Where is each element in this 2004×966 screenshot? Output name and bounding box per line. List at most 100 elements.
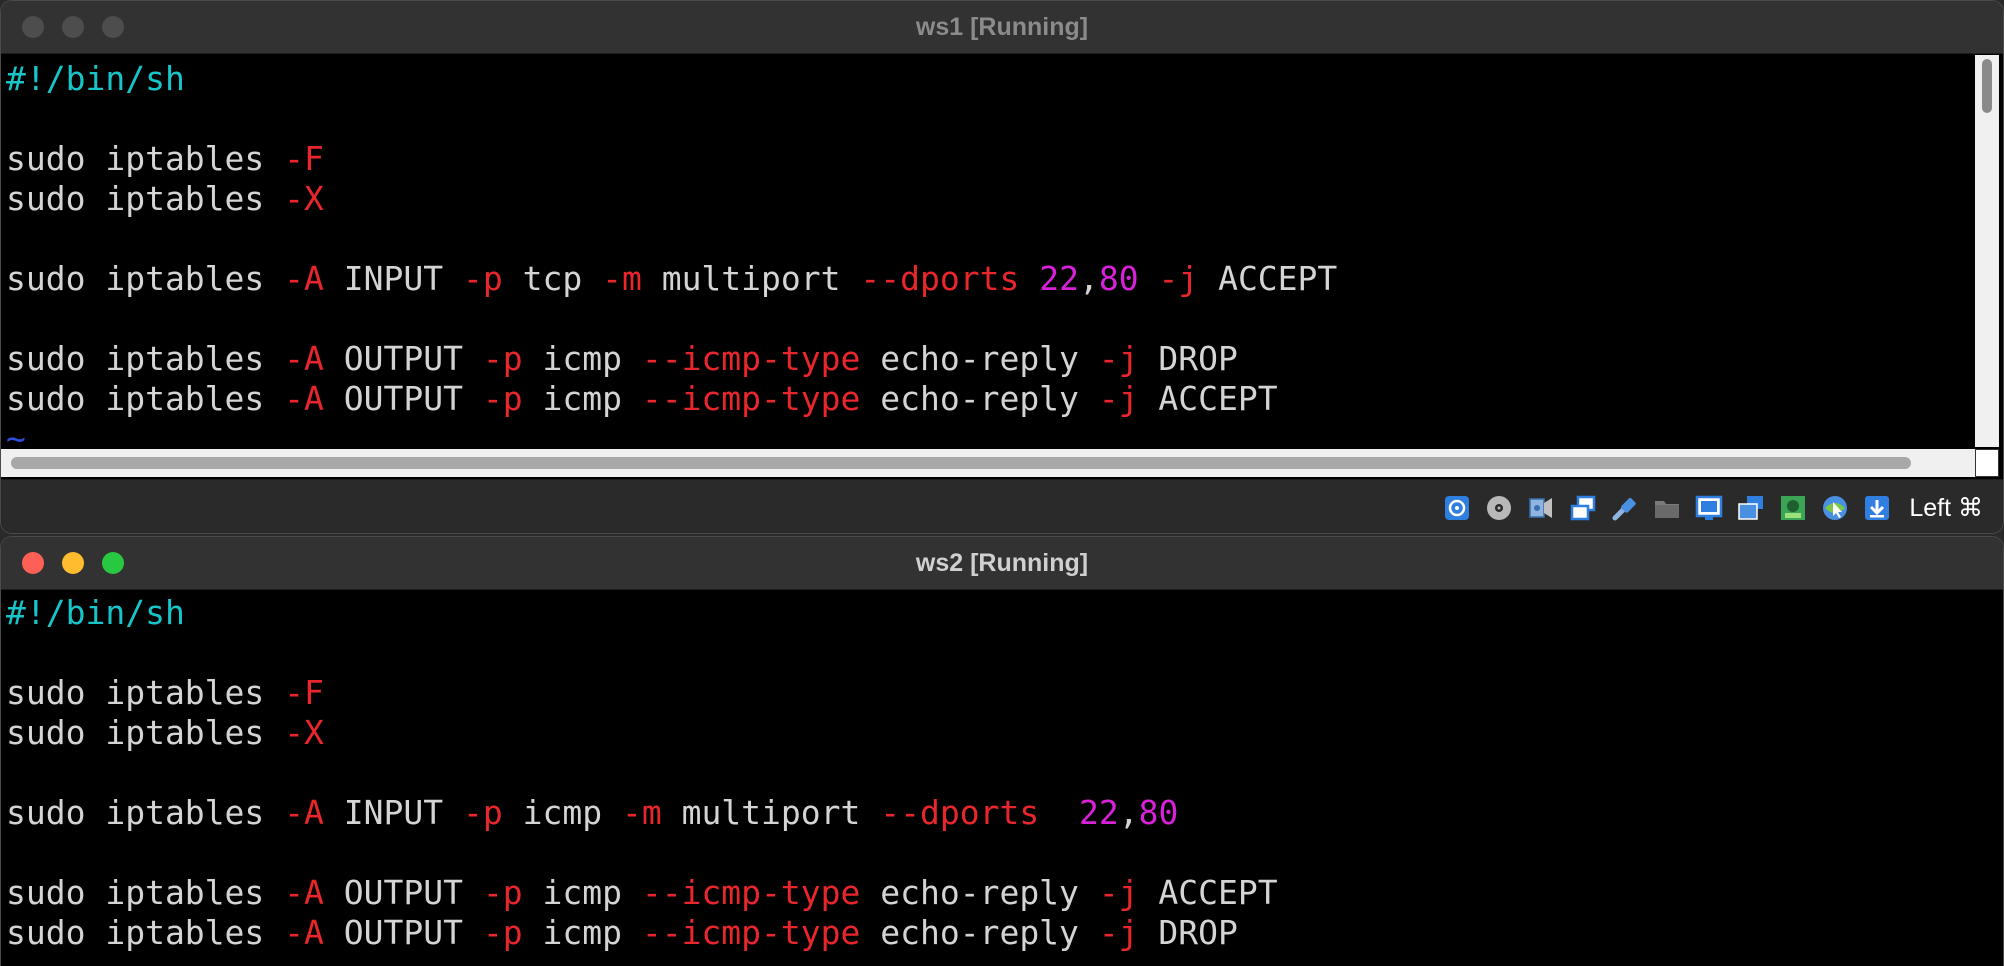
terminal-token: --dports	[860, 259, 1020, 298]
terminal-line: sudo iptables -A OUTPUT -p icmp --icmp-t…	[6, 913, 1996, 953]
terminal-token: OUTPUT	[323, 379, 483, 418]
terminal-token: INPUT	[323, 259, 463, 298]
terminal-token: ~	[6, 953, 26, 966]
window-title: ws2 [Running]	[915, 549, 1089, 577]
terminal-token: -j	[1098, 339, 1139, 378]
terminal-token: -j	[1098, 379, 1139, 418]
terminal-line: sudo iptables -A OUTPUT -p icmp --icmp-t…	[6, 339, 1974, 379]
terminal-line: sudo iptables -X	[6, 713, 1996, 753]
terminal-token: ACCEPT	[1198, 259, 1338, 298]
terminal-line: sudo iptables -X	[6, 179, 1974, 219]
terminal-line: sudo iptables -F	[6, 139, 1974, 179]
terminal-token: sudo iptables	[6, 713, 285, 752]
terminal-token: sudo iptables	[6, 379, 285, 418]
terminal-token: -p	[462, 793, 503, 832]
terminal-token: 22	[1039, 259, 1079, 298]
terminal-token: echo-reply	[860, 379, 1099, 418]
terminal-token: 80	[1138, 793, 1179, 832]
terminal-content[interactable]: #!/bin/sh sudo iptables -F sudo iptables -…	[6, 59, 1974, 447]
terminal-token: sudo iptables	[6, 913, 285, 952]
terminal-token: DROP	[1138, 913, 1238, 952]
terminal-token: ACCEPT	[1138, 379, 1278, 418]
audio-icon[interactable]	[1527, 494, 1555, 522]
terminal-token: -A	[284, 913, 324, 952]
terminal-token: #!/bin/sh	[6, 59, 185, 98]
terminal-token: #!/bin/sh	[6, 593, 185, 632]
terminal-token: -F	[284, 673, 324, 712]
terminal-token: -A	[284, 873, 324, 912]
terminal-line: #!/bin/sh	[6, 593, 1996, 633]
terminal-token: OUTPUT	[323, 339, 483, 378]
terminal-token: sudo iptables	[6, 673, 285, 712]
terminal-token: --icmp-type	[641, 913, 861, 952]
terminal-token: 22	[1078, 793, 1119, 832]
screen-capture-icon[interactable]	[1737, 494, 1765, 522]
terminal-token: icmp	[522, 339, 642, 378]
display-icon[interactable]	[1695, 494, 1723, 522]
terminal-token: ,	[1118, 793, 1139, 832]
network-icon[interactable]	[1569, 494, 1597, 522]
vertical-scroll-thumb[interactable]	[1982, 59, 1992, 113]
terminal-content[interactable]: #!/bin/sh sudo iptables -F sudo iptables -…	[6, 593, 1996, 966]
terminal-token: -p	[462, 259, 503, 298]
host-key-label[interactable]: Left ⌘	[1909, 494, 1983, 522]
terminal-line: sudo iptables -A INPUT -p tcp -m multipo…	[6, 259, 1974, 299]
terminal-token: -j	[1158, 259, 1199, 298]
terminal-token: sudo iptables	[6, 179, 285, 218]
terminal-token: -X	[284, 179, 324, 218]
terminal-token: --icmp-type	[641, 379, 861, 418]
terminal-token: -p	[482, 873, 523, 912]
terminal-token: -A	[284, 793, 324, 832]
vertical-scrollbar[interactable]	[1975, 55, 1999, 447]
titlebar[interactable]: ws2 [Running]	[1, 537, 2003, 590]
terminal-token: -m	[621, 793, 662, 832]
terminal-token: echo-reply	[860, 873, 1099, 912]
terminal-token: sudo iptables	[6, 139, 285, 178]
terminal-token: sudo iptables	[6, 793, 285, 832]
terminal-token: icmp	[522, 873, 642, 912]
terminal-token: ~	[6, 419, 26, 447]
terminal-line: sudo iptables -A OUTPUT -p icmp --icmp-t…	[6, 873, 1996, 913]
terminal-token: sudo iptables	[6, 259, 285, 298]
terminal-token: tcp	[502, 259, 603, 298]
shared-folders-icon[interactable]	[1653, 494, 1681, 522]
terminal-token: -p	[482, 379, 523, 418]
terminal-token: -p	[482, 913, 523, 952]
terminal-token: INPUT	[323, 793, 463, 832]
terminal-token: icmp	[522, 913, 642, 952]
terminal-line: sudo iptables -F	[6, 673, 1996, 713]
vm-window-ws2: ws2 [Running] #!/bin/sh sudo iptables -F s…	[0, 536, 2004, 966]
terminal-line: sudo iptables -A OUTPUT -p icmp --icmp-t…	[6, 379, 1974, 419]
hard-disk-icon[interactable]	[1443, 494, 1471, 522]
horizontal-scrollbar[interactable]	[1, 449, 1975, 477]
terminal-token: --dports	[880, 793, 1040, 832]
mouse-integration-icon[interactable]	[1821, 494, 1849, 522]
terminal-token: -j	[1098, 913, 1139, 952]
resize-corner[interactable]	[1975, 449, 1999, 477]
horizontal-scroll-thumb[interactable]	[11, 457, 1911, 469]
terminal-token: --icmp-type	[641, 339, 861, 378]
terminal-token: multiport	[661, 793, 881, 832]
terminal-token: -F	[284, 139, 324, 178]
download-icon[interactable]	[1863, 494, 1891, 522]
terminal-token: -j	[1098, 873, 1139, 912]
window-title: ws1 [Running]	[915, 13, 1089, 41]
video-capture-icon[interactable]	[1779, 494, 1807, 522]
terminal-token: sudo iptables	[6, 873, 285, 912]
terminal-token: OUTPUT	[323, 913, 483, 952]
terminal-token: -A	[284, 339, 324, 378]
terminal-token: -X	[284, 713, 324, 752]
titlebar[interactable]: ws1 [Running]	[1, 1, 2003, 54]
terminal-token: sudo iptables	[6, 339, 285, 378]
optical-drive-icon[interactable]	[1485, 494, 1513, 522]
usb-icon[interactable]	[1611, 494, 1639, 522]
terminal-token: echo-reply	[860, 913, 1099, 952]
terminal-token: echo-reply	[860, 339, 1099, 378]
terminal-line: ~	[6, 953, 1996, 966]
